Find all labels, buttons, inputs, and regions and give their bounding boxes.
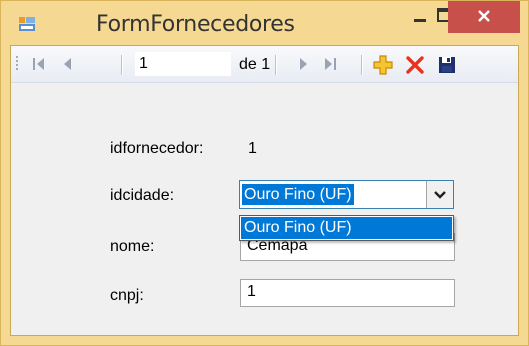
idcidade-dropdown-list: Ouro Fino (UF) [239,215,454,241]
binding-navigator: de 1 [11,46,518,83]
cnpj-field[interactable]: 1 [240,279,455,307]
combobox-dropdown-button[interactable] [426,181,453,208]
toolbar-separator [275,55,277,75]
idcidade-label: idcidade: [110,187,175,204]
toolbar-separator [121,55,123,75]
close-icon [478,10,490,22]
form-window: FormFornecedores 1 de 1 idfornecedor: 1 … [0,0,529,346]
cnpj-label: cnpj: [110,287,144,304]
nome-label: nome: [110,238,155,255]
move-next-icon[interactable] [293,55,313,73]
toolbar-separator [361,55,363,75]
idcidade-selected-text: Ouro Fino (UF) [242,184,354,205]
record-count-label: de 1 [239,56,271,73]
move-last-icon[interactable] [320,55,340,73]
save-icon[interactable] [436,54,458,76]
app-form-icon [19,17,35,31]
dropdown-option[interactable]: Ouro Fino (UF) [241,217,452,239]
position-input[interactable] [135,52,231,76]
move-first-icon[interactable] [29,55,49,73]
delete-icon[interactable] [404,54,426,76]
add-new-icon[interactable] [372,54,394,76]
window-title: FormFornecedores [96,12,295,37]
close-button[interactable] [448,1,520,33]
idfornecedor-label: idfornecedor: [110,140,204,157]
move-previous-icon[interactable] [59,55,79,73]
idcidade-combobox[interactable]: Ouro Fino (UF) [239,180,454,209]
idfornecedor-value: 1 [248,140,257,157]
chevron-down-icon [434,191,446,199]
cnpj-field-text: 1 [247,283,256,300]
title-bar[interactable]: FormFornecedores [1,1,528,45]
toolbar-grip-icon [16,56,18,70]
